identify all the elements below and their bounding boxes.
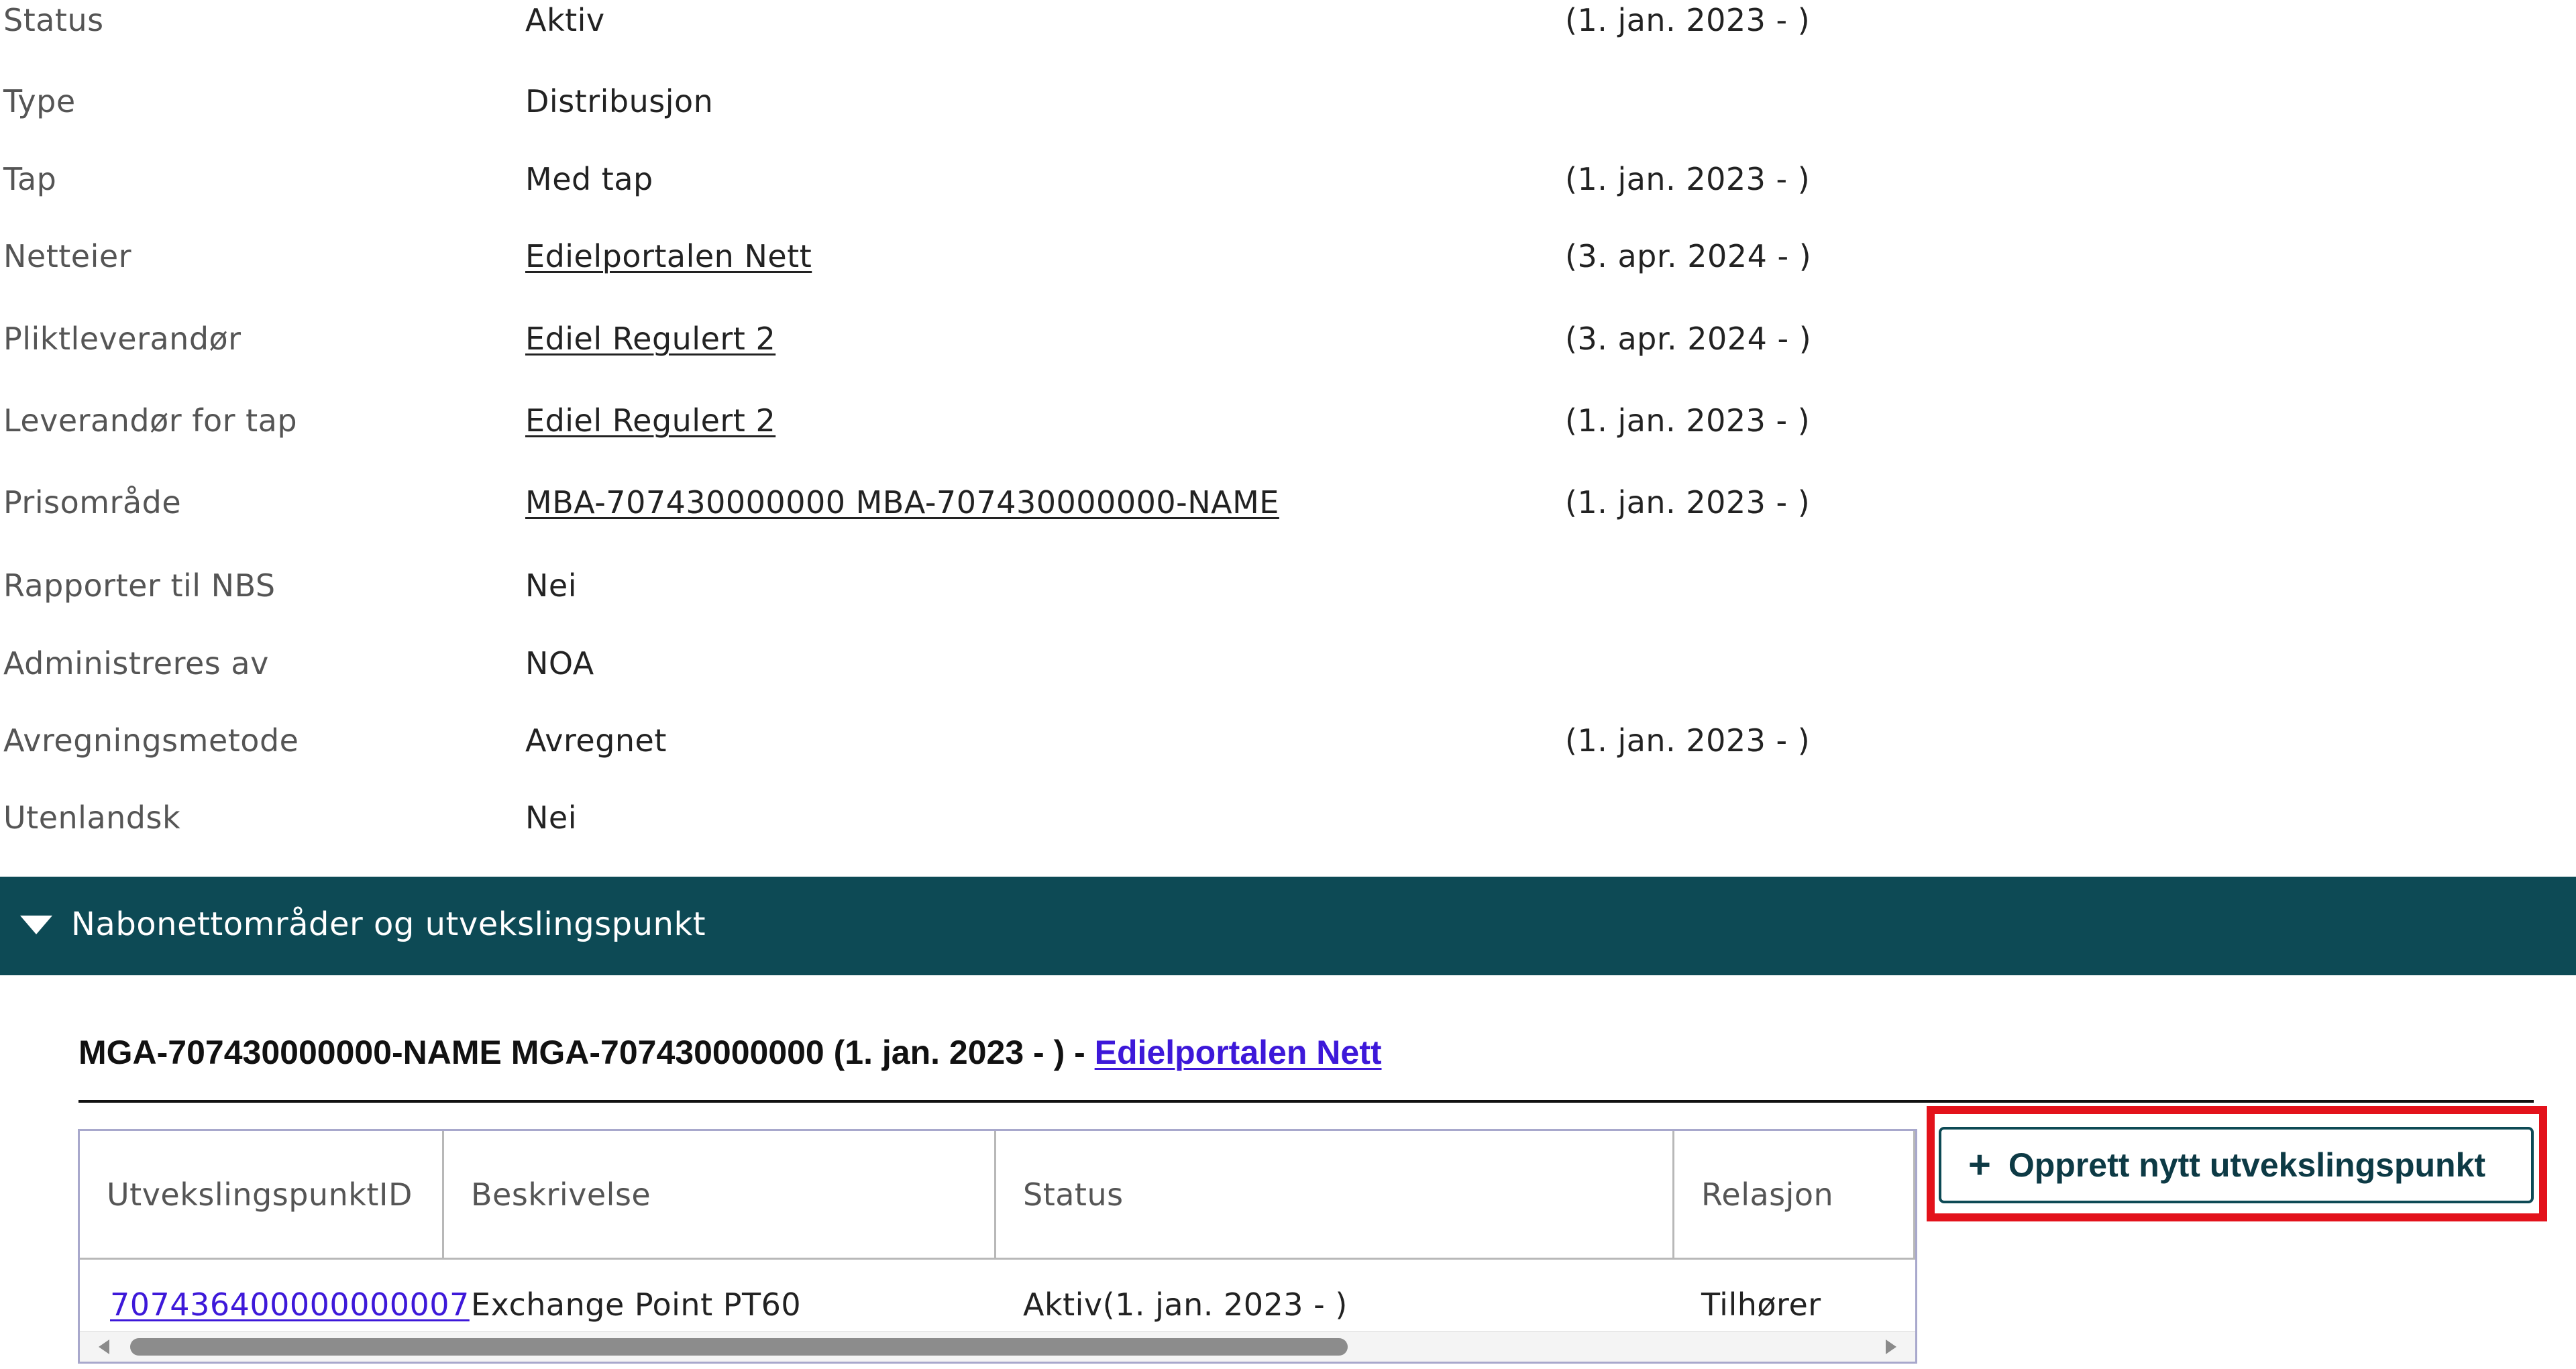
detail-label: Utenlandsk (3, 800, 181, 836)
horizontal-scrollbar[interactable] (80, 1332, 1915, 1362)
detail-value: Distribusjon (525, 83, 714, 119)
detail-period: (1. jan. 2023 - ) (1565, 484, 1811, 521)
exchange-point-id-link[interactable]: 707436400000000007 (110, 1286, 470, 1323)
prisomrade-link[interactable]: MBA-707430000000 MBA-707430000000-NAME (525, 484, 1279, 521)
detail-row-status: Status Aktiv (1. jan. 2023 - ) (0, 2, 2576, 56)
detail-value: Med tap (525, 161, 653, 197)
section-title: Nabonettområder og utvekslingspunkt (71, 906, 706, 943)
detail-row-administreres-av: Administreres av NOA (0, 645, 2576, 699)
detail-row-pliktleverandor: Pliktleverandør Ediel Regulert 2 (3. apr… (0, 321, 2576, 374)
detail-label: Type (3, 83, 76, 119)
detail-label: Avregningsmetode (3, 722, 299, 759)
cell-description: Exchange Point PT60 (444, 1260, 996, 1333)
cell-status: Aktiv(1. jan. 2023 - ) (996, 1260, 1674, 1333)
heading-divider (78, 1100, 2534, 1103)
column-header-description: Beskrivelse (444, 1131, 996, 1260)
detail-label: Tap (3, 161, 57, 197)
detail-value: NOA (525, 645, 594, 681)
detail-row-leverandor-for-tap: Leverandør for tap Ediel Regulert 2 (1. … (0, 402, 2576, 456)
neighbor-area-text: MGA-707430000000-NAME MGA-707430000000 (… (78, 1034, 1095, 1071)
scroll-left-icon[interactable] (99, 1339, 109, 1354)
detail-row-type: Type Distribusjon (0, 83, 2576, 137)
detail-period: (3. apr. 2024 - ) (1565, 321, 1812, 357)
scroll-right-icon[interactable] (1886, 1339, 1896, 1354)
detail-value: Avregnet (525, 722, 667, 759)
pliktleverandor-link[interactable]: Ediel Regulert 2 (525, 321, 775, 357)
netteier-link[interactable]: Edielportalen Nett (525, 238, 812, 274)
detail-value: Nei (525, 800, 577, 836)
cell-id: 707436400000000007 (80, 1260, 469, 1333)
cell-relation: Tilhører (1674, 1260, 1915, 1333)
detail-label: Administreres av (3, 645, 269, 681)
detail-row-netteier: Netteier Edielportalen Nett (3. apr. 202… (0, 238, 2576, 292)
detail-label: Rapporter til NBS (3, 567, 276, 604)
detail-period: (1. jan. 2023 - ) (1565, 402, 1811, 439)
scrollbar-thumb[interactable] (130, 1338, 1348, 1356)
detail-row-tap: Tap Med tap (1. jan. 2023 - ) (0, 161, 2576, 215)
detail-label: Status (3, 2, 104, 38)
neighbor-owner-link[interactable]: Edielportalen Nett (1095, 1034, 1382, 1071)
leverandor-for-tap-link[interactable]: Ediel Regulert 2 (525, 402, 775, 439)
detail-label: Leverandør for tap (3, 402, 298, 439)
column-header-relation: Relasjon (1674, 1131, 1915, 1260)
detail-row-prisomrade: Prisområde MBA-707430000000 MBA-70743000… (0, 484, 2576, 538)
exchange-point-table: UtvekslingspunktID Beskrivelse Status Re… (78, 1129, 1917, 1364)
detail-period: (3. apr. 2024 - ) (1565, 238, 1812, 274)
section-header-nabonettomrader[interactable]: Nabonettområder og utvekslingspunkt (0, 877, 2576, 975)
create-button-label: Opprett nytt utvekslingspunkt (2008, 1146, 2486, 1184)
plus-icon: + (1968, 1143, 1991, 1187)
column-header-id: UtvekslingspunktID (80, 1131, 444, 1260)
column-header-status: Status (996, 1131, 1674, 1260)
detail-row-rapporter-til-nbs: Rapporter til NBS Nei (0, 567, 2576, 621)
caret-down-icon (20, 916, 52, 934)
neighbor-area-heading: MGA-707430000000-NAME MGA-707430000000 (… (78, 1033, 1382, 1072)
detail-value: Aktiv (525, 2, 605, 38)
detail-row-utenlandsk: Utenlandsk Nei (0, 800, 2576, 853)
detail-period: (1. jan. 2023 - ) (1565, 722, 1811, 759)
detail-label: Netteier (3, 238, 132, 274)
detail-label: Prisområde (3, 484, 182, 521)
detail-value: Nei (525, 567, 577, 604)
detail-label: Pliktleverandør (3, 321, 241, 357)
detail-period: (1. jan. 2023 - ) (1565, 2, 1811, 38)
create-exchange-point-button[interactable]: + Opprett nytt utvekslingspunkt (1939, 1127, 2534, 1203)
detail-period: (1. jan. 2023 - ) (1565, 161, 1811, 197)
detail-row-avregningsmetode: Avregningsmetode Avregnet (1. jan. 2023 … (0, 722, 2576, 776)
